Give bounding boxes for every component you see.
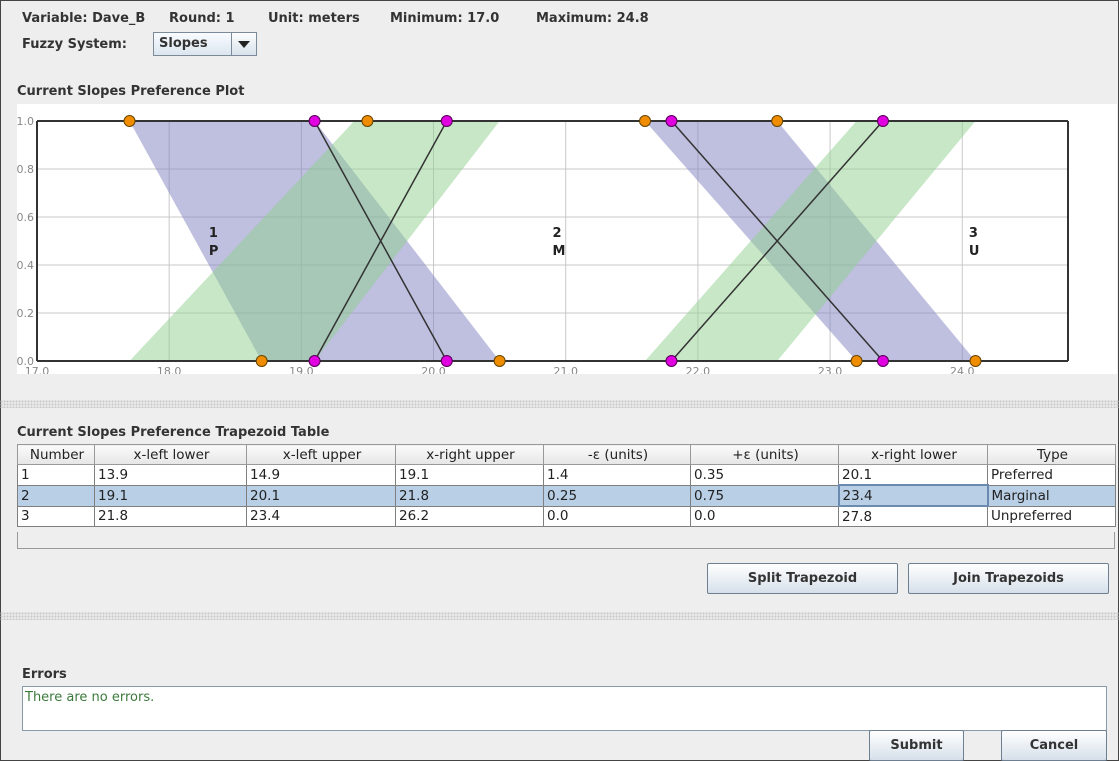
table-cell[interactable]: Unpreferred [987, 505, 1116, 527]
split-pane-divider[interactable] [0, 612, 1119, 620]
orange-handle-point [123, 115, 136, 127]
x-tick-label: 20.0 [421, 365, 446, 374]
table-cell[interactable]: 0.35 [690, 464, 839, 486]
minimum-label: Minimum: 17.0 [390, 11, 500, 26]
table-cell[interactable]: Marginal [987, 484, 1116, 507]
table-cell[interactable]: 0.75 [690, 484, 839, 507]
table-cell[interactable]: 21.8 [94, 505, 247, 527]
x-tick-label: 22.0 [686, 365, 711, 374]
table-cell[interactable]: 21.8 [395, 484, 544, 507]
orange-handle-point [361, 115, 374, 127]
table-cell-focused[interactable]: 23.4 [837, 484, 989, 507]
table-cell[interactable]: 2 [17, 484, 95, 507]
join-trapezoids-button[interactable]: Join Trapezoids [908, 563, 1109, 594]
variable-label: Variable: Dave_B [22, 11, 146, 26]
plot-title: Current Slopes Preference Plot [17, 84, 245, 99]
preference-plot-svg: 0.00.20.40.60.81.017.0 18.0 19.0 20.0 21.0 22… [17, 115, 1069, 378]
table-cell[interactable]: 19.1 [94, 484, 247, 507]
errors-message: There are no errors. [25, 690, 155, 705]
table-cell[interactable]: 23.4 [246, 505, 396, 527]
trapezoid-number-label: 2 [553, 226, 562, 241]
table-cell[interactable]: 1.4 [543, 464, 691, 486]
table-cell[interactable]: 26.2 [395, 505, 544, 527]
column-header[interactable]: +ε (units) [690, 444, 839, 465]
table-cell[interactable]: 13.9 [94, 464, 247, 486]
split-trapezoid-button[interactable]: Split Trapezoid [707, 563, 898, 594]
errors-text-area[interactable]: There are no errors. [22, 686, 1107, 731]
errors-title: Errors [22, 667, 67, 682]
submit-button[interactable]: Submit [869, 730, 964, 761]
table-cell[interactable]: 3 [17, 505, 95, 527]
table-row[interactable]: 3 21.8 23.4 26.2 0.0 0.0 27.8 Unpreferre… [17, 505, 1116, 527]
table-cell[interactable]: Preferred [987, 464, 1116, 486]
column-header[interactable]: Type [987, 444, 1116, 465]
trapezoid-type-label: P [209, 244, 219, 259]
table-cell[interactable]: 27.8 [838, 505, 988, 527]
column-header[interactable]: Number [17, 444, 95, 465]
maximum-label: Maximum: 24.8 [536, 11, 649, 26]
table-cell[interactable]: 14.9 [246, 464, 396, 486]
table-row-selected[interactable]: 2 19.1 20.1 21.8 0.25 0.75 23.4 Marginal [17, 484, 1116, 507]
column-header[interactable]: x-left upper [246, 444, 396, 465]
fuzzy-system-value: Slopes [159, 36, 208, 51]
x-tick-label: 18.0 [157, 365, 182, 374]
magenta-handle-point [440, 115, 453, 127]
orange-handle-point [850, 355, 863, 367]
fuzzy-system-label: Fuzzy System: [22, 37, 127, 52]
x-tick-label: 17.0 [25, 365, 50, 374]
table-row[interactable]: 1 13.9 14.9 19.1 1.4 0.35 20.1 Preferred [17, 464, 1116, 486]
table-cell[interactable]: 0.0 [543, 505, 691, 527]
fuzzy-system-dropdown[interactable]: Slopes [153, 32, 257, 56]
table-viewport-filler [17, 532, 1115, 549]
table-cell[interactable]: 20.1 [838, 464, 988, 486]
table-title: Current Slopes Preference Trapezoid Tabl… [17, 425, 330, 440]
unit-label: Unit: meters [268, 11, 360, 26]
orange-handle-point [639, 115, 652, 127]
split-pane-divider[interactable] [0, 400, 1119, 408]
trapezoid-type-label: M [553, 244, 566, 259]
orange-handle-point [771, 115, 784, 127]
table-cell[interactable]: 1 [17, 464, 95, 486]
x-tick-label: 21.0 [553, 365, 578, 374]
cancel-button[interactable]: Cancel [1001, 730, 1107, 761]
trapezoid-number-label: 1 [209, 226, 218, 241]
table-cell[interactable]: 19.1 [395, 464, 544, 486]
y-tick-label: 0.8 [17, 163, 34, 176]
trapezoid-table[interactable]: Number x-left lower x-left upper x-right… [17, 444, 1116, 527]
y-tick-label: 0.6 [17, 211, 34, 224]
magenta-handle-point [876, 355, 889, 367]
column-header[interactable]: x-left lower [94, 444, 247, 465]
orange-handle-point [493, 355, 506, 367]
round-label: Round: 1 [169, 11, 235, 26]
table-cell[interactable]: 20.1 [246, 484, 396, 507]
x-tick-label: 24.0 [950, 365, 975, 374]
table-cell[interactable]: 0.0 [690, 505, 839, 527]
table-cell[interactable]: 0.25 [543, 484, 691, 507]
y-tick-label: 1.0 [17, 115, 34, 128]
y-tick-label: 0.4 [17, 259, 34, 272]
magenta-handle-point [665, 115, 678, 127]
trapezoid-number-label: 3 [969, 226, 978, 241]
magenta-handle-point [665, 355, 678, 367]
x-tick-label: 19.0 [289, 365, 314, 374]
preference-plot[interactable]: 0.0 0.2 0.4 0.6 0.8 1.0 17.0 18.0 19.0 20.0 21.0 22… [17, 104, 1117, 378]
table-header-row: Number x-left lower x-left upper x-right… [17, 444, 1116, 465]
x-tick-label: 23.0 [818, 365, 843, 374]
y-tick-label: 0.2 [17, 307, 34, 320]
orange-handle-point [255, 355, 268, 367]
magenta-handle-point [308, 115, 321, 127]
column-header[interactable]: x-right upper [395, 444, 544, 465]
column-header[interactable]: -ε (units) [543, 444, 691, 465]
column-header[interactable]: x-right lower [838, 444, 988, 465]
chevron-down-icon[interactable] [231, 33, 256, 55]
trapezoid-type-label: U [969, 244, 980, 259]
magenta-handle-point [876, 115, 889, 127]
